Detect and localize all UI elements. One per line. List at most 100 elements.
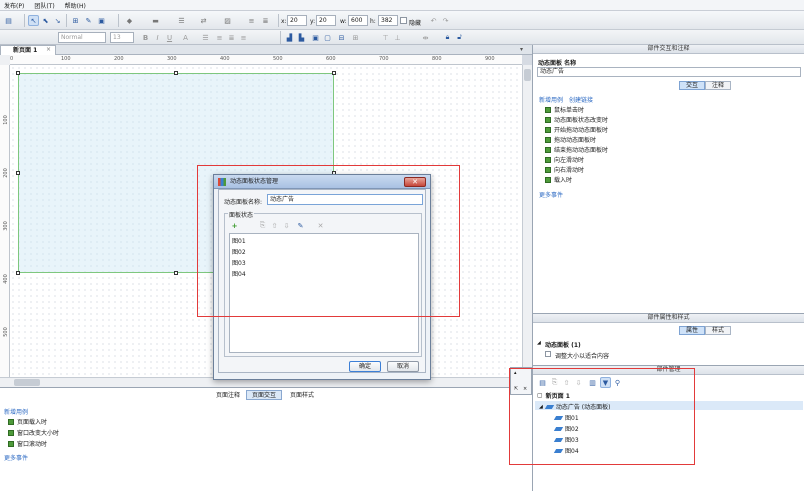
shadow-icon[interactable]: ▨ [222,15,233,26]
tab-close-icon[interactable]: × [46,46,51,53]
align-left-icon[interactable]: ≡ [246,15,257,26]
unlock-icon[interactable]: 🔓︎ [454,32,465,43]
ok-button[interactable]: 确定 [349,361,381,372]
filter-icon[interactable]: ▼ [600,377,611,388]
more-events-link[interactable]: 更多事件 [4,453,28,462]
resize-handle[interactable] [16,271,20,275]
event-item[interactable]: 向右滑动时 [545,165,584,174]
duplicate-state-icon[interactable]: ⎘ [257,220,268,231]
tree-dynamic-panel[interactable]: ◢ 动态广告 (动态面板) [539,402,610,412]
paste-icon[interactable]: ▤ [3,15,14,26]
tree-state[interactable]: 图03 [553,435,579,444]
create-link-link[interactable]: 创建链接 [569,95,593,104]
fill-color-icon[interactable]: ◆ [124,15,135,26]
event-item[interactable]: 载入时 [545,175,572,184]
tab-interactions[interactable]: 交互 [679,81,705,90]
tab-style[interactable]: 样式 [705,326,731,335]
tab-page-notes[interactable]: 页面注释 [210,390,246,400]
resize-handle[interactable] [16,171,20,175]
h-input[interactable]: 382 [378,15,398,26]
event-item[interactable]: 鼠标单击时 [545,105,584,114]
menu-help[interactable]: 帮助(H) [65,1,86,10]
event-item[interactable]: 开始拖动动态面板时 [545,125,608,134]
connector-icon[interactable]: ↘ [52,15,63,26]
arrow-style-icon[interactable]: ⇄ [198,15,209,26]
underline-icon[interactable]: U [164,32,175,43]
scroll-thumb[interactable] [14,379,40,386]
collapse-icon[interactable]: ◢ [539,404,543,410]
add-state-icon[interactable]: + [229,220,240,231]
add-case-link[interactable]: 新增用例 [4,407,28,416]
move-down-icon[interactable]: ⇩ [573,377,584,388]
align-objects-icon[interactable]: ⊟ [336,32,347,43]
resize-handle[interactable] [174,71,178,75]
fit-content-checkbox[interactable] [545,351,551,357]
group-icon[interactable]: ▣ [310,32,321,43]
move-up-icon[interactable]: ⇧ [269,220,280,231]
align-text-right-icon[interactable]: ≡ [238,32,249,43]
dock-icon[interactable]: ⇱ [514,386,518,392]
align-bottom-icon[interactable]: ⊥ [392,32,403,43]
event-item[interactable]: 拖动动态面板时 [545,135,596,144]
list-item[interactable]: 图03 [232,258,246,267]
scroll-thumb[interactable] [524,69,531,81]
line-color-icon[interactable]: ▬ [150,15,161,26]
lock-icon[interactable]: 🔒︎ [442,32,453,43]
event-window-resize[interactable]: 窗口改变大小时 [8,428,59,437]
distribute-icon[interactable]: ⊞ [350,32,361,43]
tab-notes[interactable]: 注释 [705,81,731,90]
event-item[interactable]: 动态面板状态改变时 [545,115,608,124]
event-item[interactable]: 结束拖动动态面板时 [545,145,608,154]
tab-menu-icon[interactable]: ▾ [520,46,523,53]
tree-state[interactable]: 图01 [553,413,579,422]
select-contained-icon[interactable]: ⬉ [40,15,51,26]
distribute-h-icon[interactable]: ⇹ [420,32,431,43]
resize-handle[interactable] [174,271,178,275]
list-item[interactable]: 图01 [232,236,246,245]
hidden-checkbox[interactable] [400,17,407,24]
canvas-vertical-scrollbar[interactable] [522,65,532,377]
x-input[interactable]: 20 [287,15,307,26]
format-painter-icon[interactable]: ✎ [83,15,94,26]
close-button[interactable]: ✕ [404,177,426,187]
text-color-icon[interactable]: A [180,32,191,43]
align-center-icon[interactable]: ≣ [260,15,271,26]
tab-page-interactions[interactable]: 页面交互 [246,390,283,400]
add-case-link[interactable]: 新增用例 [539,95,563,104]
pin-icon[interactable]: ▴ [514,370,517,376]
italic-icon[interactable]: I [152,32,163,43]
ungroup-icon[interactable]: ▢ [322,32,333,43]
send-back-icon[interactable]: ▙ [296,32,307,43]
zoom-fit-icon[interactable]: ⊞ [70,15,81,26]
search-icon[interactable]: ⚲ [612,377,623,388]
edit-state-icon[interactable]: ✎ [295,220,306,231]
order-icon[interactable]: ▥ [587,377,598,388]
y-input[interactable]: 20 [316,15,336,26]
redo-icon[interactable]: ↷ [440,15,451,26]
line-style-icon[interactable]: ☰ [176,15,187,26]
panel-name-input[interactable]: 动态广告 [267,194,423,205]
more-events-link[interactable]: 更多事件 [539,190,563,199]
bring-front-icon[interactable]: ▟ [284,32,295,43]
list-item[interactable]: 图04 [232,269,246,278]
move-up-icon[interactable]: ⇧ [561,377,572,388]
select-mode-icon[interactable]: ↖ [28,15,39,26]
tab-page-style[interactable]: 页面样式 [284,390,320,400]
tree-page[interactable]: ▢ 新页面 1 [537,391,570,400]
event-window-scroll[interactable]: 窗口滚动时 [8,439,47,448]
font-size-select[interactable]: 13 [110,32,134,43]
states-list[interactable]: 图01 图02 图03 图04 [229,233,419,353]
bold-icon[interactable]: B [140,32,151,43]
color-picker-icon[interactable]: ▣ [96,15,107,26]
duplicate-icon[interactable]: ⎘ [549,377,560,388]
move-down-icon[interactable]: ⇩ [281,220,292,231]
list-item[interactable]: 图02 [232,247,246,256]
menu-publish[interactable]: 发布(P) [4,1,24,10]
event-page-load[interactable]: 页面载入时 [8,417,47,426]
collapse-icon[interactable]: ◢ [537,340,541,346]
undo-icon[interactable]: ↶ [428,15,439,26]
bullet-list-icon[interactable]: ☰ [200,32,211,43]
widget-name-input[interactable]: 动态广告 [537,67,801,77]
menu-team[interactable]: 团队(T) [34,1,54,10]
align-text-center-icon[interactable]: ≣ [226,32,237,43]
